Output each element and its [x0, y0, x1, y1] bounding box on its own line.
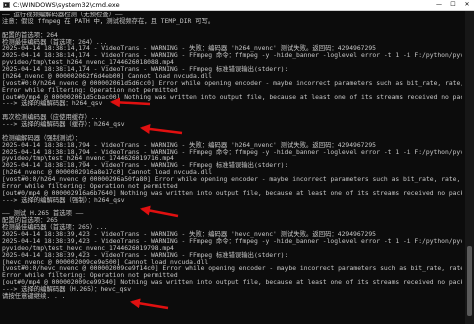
- console-line: ---> 选择的编解码器（H.265）：hevc_qsv: [2, 286, 132, 293]
- console-line: 请按任意键继续. . .: [2, 292, 66, 300]
- console-line: ---> 选择的编解码器（缓存）：h264_qsv: [2, 121, 125, 128]
- maximize-button[interactable]: ☐: [446, 0, 460, 10]
- scrollbar-thumb[interactable]: [467, 246, 472, 316]
- console-line: 注意：假设 ffmpeg 在 PATH 中，测试视频存在，且 TEMP_DIR …: [2, 17, 215, 25]
- close-button[interactable]: ✕: [460, 0, 474, 10]
- minimize-button[interactable]: —: [432, 0, 446, 10]
- console-line: ---> 选择的编解码器：h264_qsv: [2, 100, 103, 108]
- console-output[interactable]: —— 运行视频编解码器检测（无预检查）—— 注意：假设 ffmpeg 在 PATH…: [2, 12, 462, 324]
- cmd-app-icon: ▸: [3, 2, 10, 8]
- window-titlebar[interactable]: ▸ C:\WINDOWS\system32\cmd.exe — ☐ ✕: [0, 0, 474, 11]
- console-line: —— 测试 H.265 首选项 ——: [2, 210, 84, 218]
- window-controls: — ☐ ✕: [432, 0, 474, 10]
- console-line: ---> 选择的编解码器（强制）：h264_qsv: [2, 196, 125, 204]
- window-title: C:\WINDOWS\system32\cmd.exe: [13, 1, 120, 9]
- vertical-scrollbar[interactable]: [465, 11, 474, 324]
